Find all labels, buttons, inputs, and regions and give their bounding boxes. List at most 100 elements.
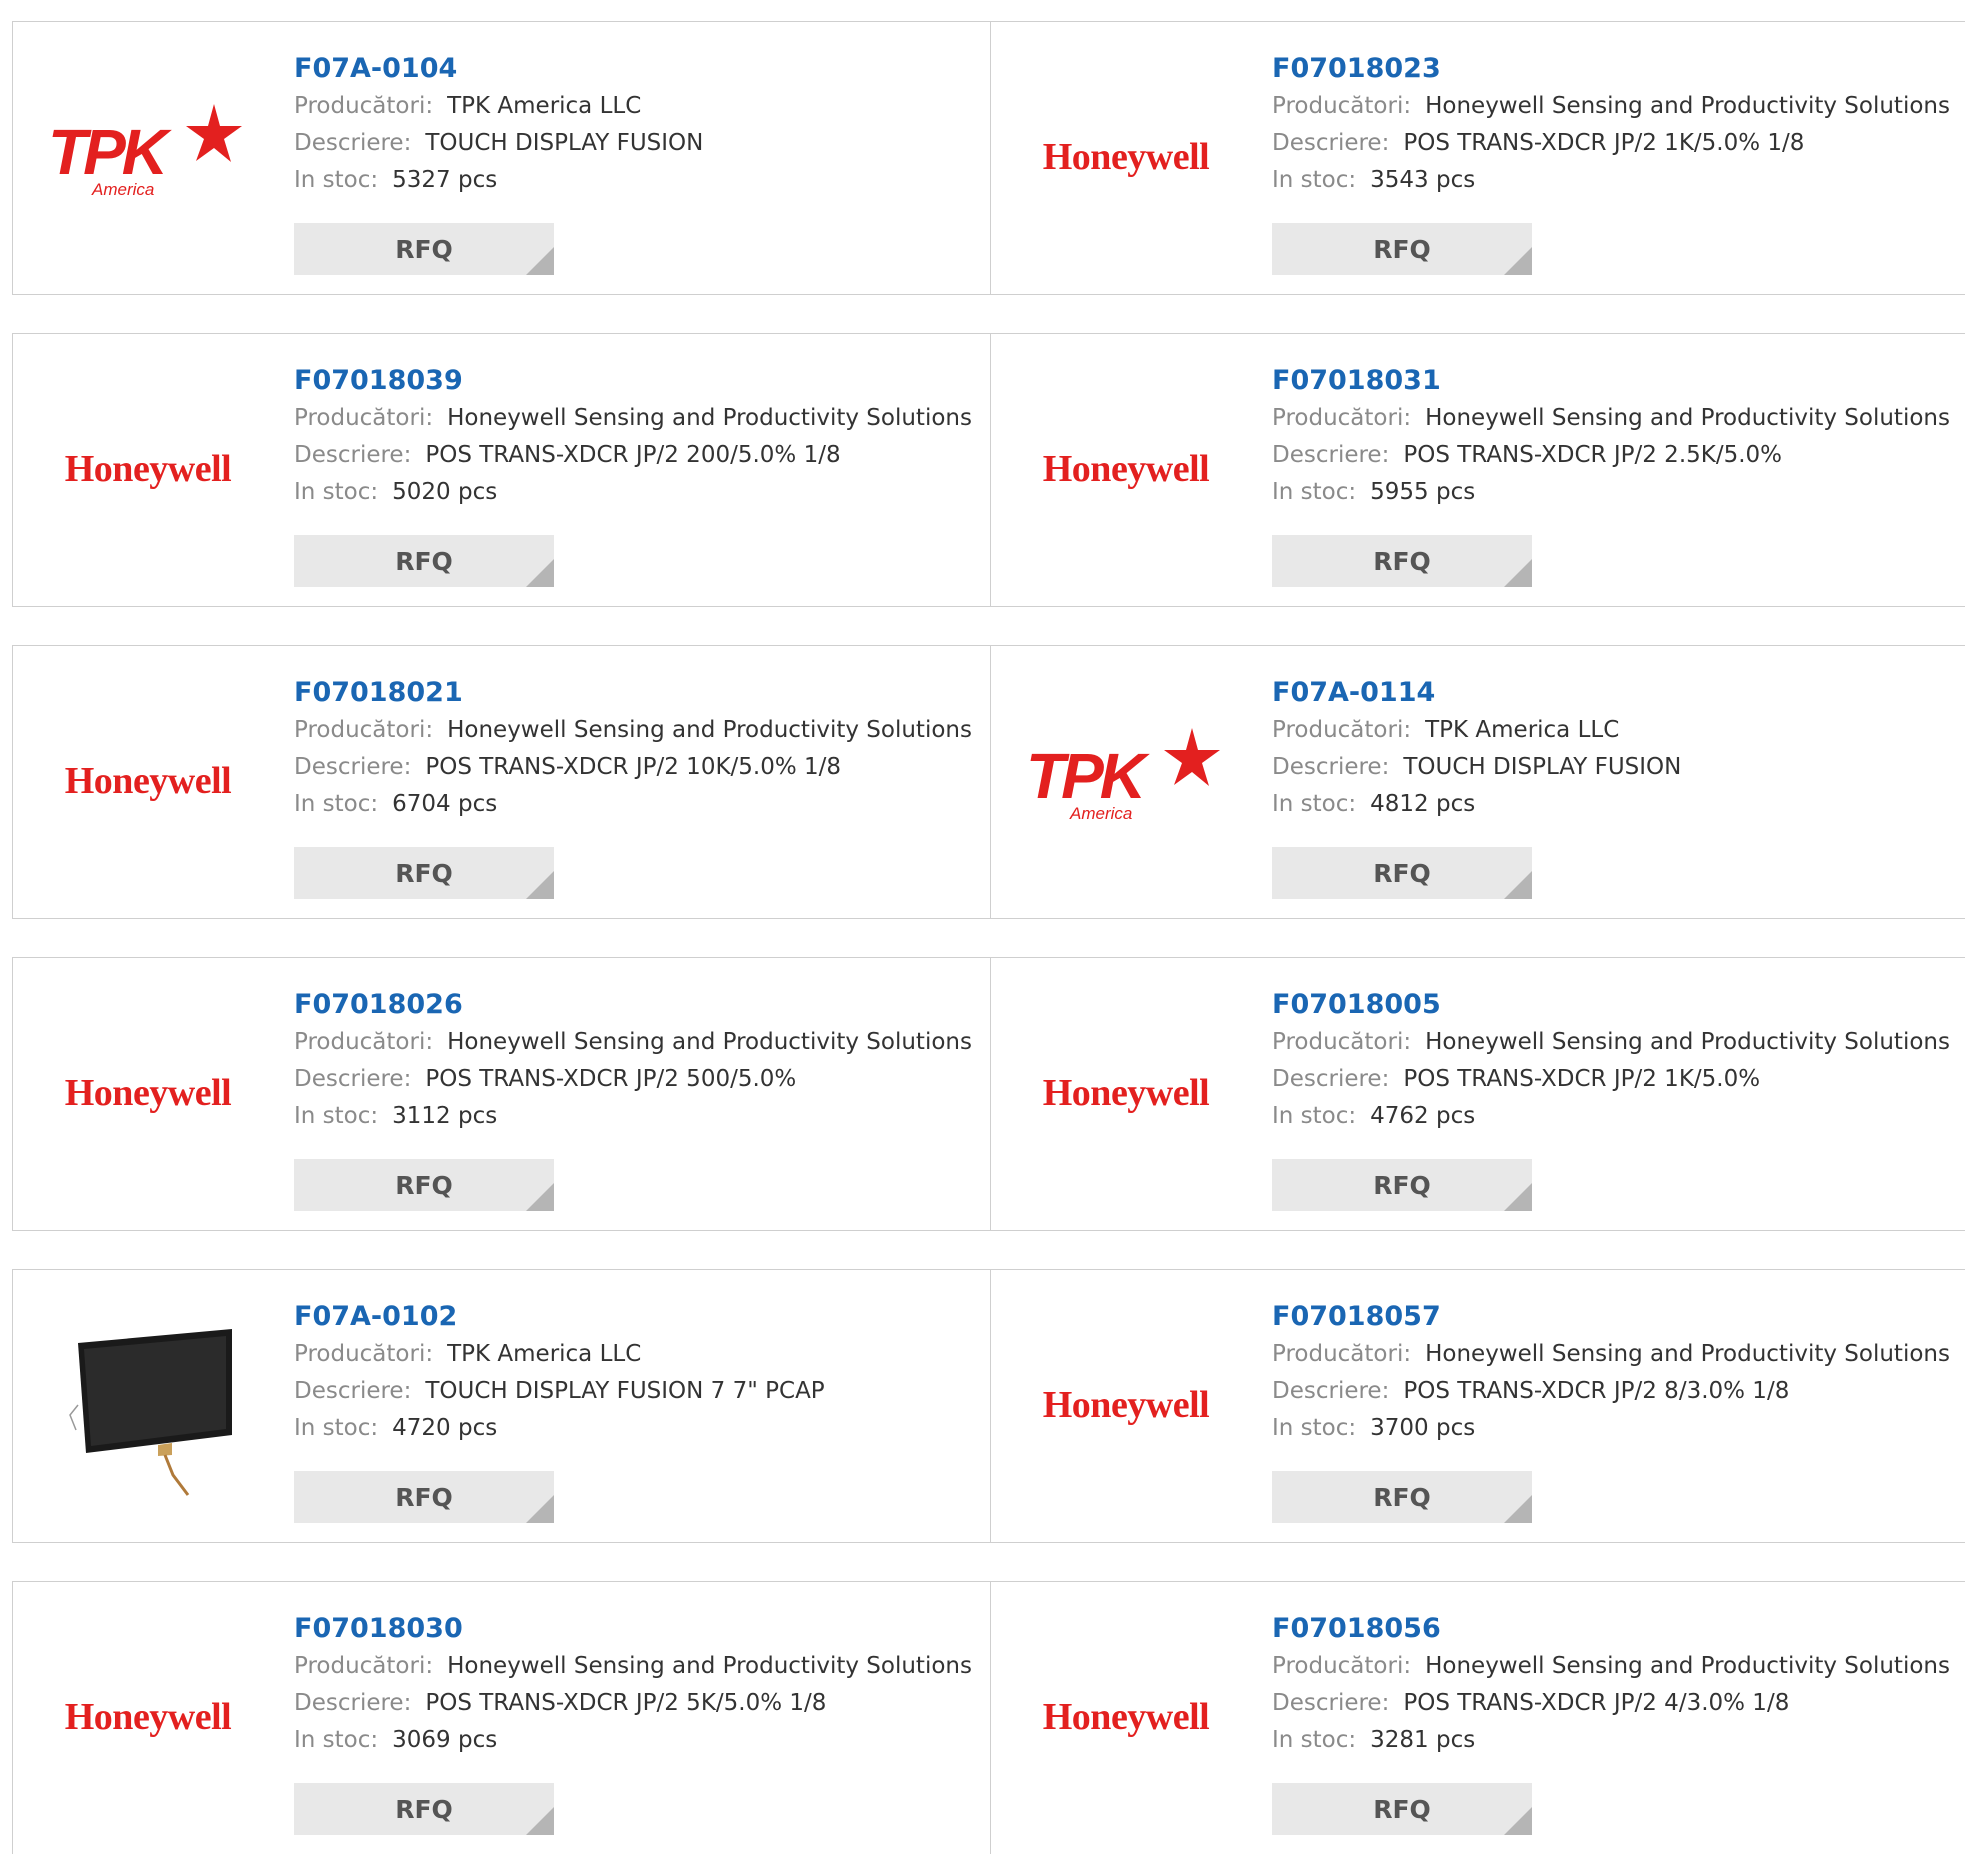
honeywell-logo-text: Honeywell xyxy=(64,760,232,802)
stock-value: 6704 pcs xyxy=(392,791,498,817)
part-number-link[interactable]: F07A-0114 xyxy=(1272,674,1956,712)
manufacturer-label: Producători: xyxy=(294,405,434,431)
description-value: TOUCH DISPLAY FUSION xyxy=(425,130,704,156)
rfq-button[interactable]: RFQ xyxy=(1272,1471,1532,1523)
product-card: TPK America F07A-0114 Producători: TPK Am… xyxy=(990,645,1965,919)
rfq-label: RFQ xyxy=(1373,546,1431,576)
manufacturer-value: Honeywell Sensing and Productivity Solut… xyxy=(1425,1341,1950,1367)
product-card: Honeywell F07018030 Producători: Honeywel… xyxy=(12,1581,991,1854)
manufacturer-label: Producători: xyxy=(294,717,434,743)
description-label: Descriere: xyxy=(1272,442,1390,468)
touch-display-image xyxy=(69,1329,232,1496)
product-card: Honeywell F07018005 Producători: Honeywel… xyxy=(990,957,1965,1231)
corner-triangle-icon xyxy=(526,871,554,899)
stock-label: In stoc: xyxy=(294,1415,379,1441)
description-label: Descriere: xyxy=(294,1066,412,1092)
product-card: Honeywell F07018057 Producători: Honeywel… xyxy=(990,1269,1965,1543)
description-label: Descriere: xyxy=(294,130,412,156)
description-value: POS TRANS-XDCR JP/2 5K/5.0% 1/8 xyxy=(425,1690,827,1716)
rfq-label: RFQ xyxy=(395,1170,453,1200)
description-value: POS TRANS-XDCR JP/2 1K/5.0% xyxy=(1403,1066,1761,1092)
stock-label: In stoc: xyxy=(1272,1415,1357,1441)
honeywell-logo-text: Honeywell xyxy=(64,448,232,490)
rfq-button[interactable]: RFQ xyxy=(1272,1783,1532,1835)
part-number-link[interactable]: F07018005 xyxy=(1272,986,1956,1024)
rfq-button[interactable]: RFQ xyxy=(294,847,554,899)
stock-label: In stoc: xyxy=(294,479,379,505)
manufacturer-value: TPK America LLC xyxy=(447,1341,642,1367)
honeywell-logo[interactable]: Honeywell xyxy=(1021,1305,1231,1505)
part-number-link[interactable]: F07018023 xyxy=(1272,50,1956,88)
rfq-button[interactable]: RFQ xyxy=(294,1159,554,1211)
rfq-button[interactable]: RFQ xyxy=(294,535,554,587)
manufacturer-value: Honeywell Sensing and Productivity Solut… xyxy=(447,1653,972,1679)
honeywell-logo[interactable]: Honeywell xyxy=(1021,369,1231,569)
product-card: Honeywell F07018026 Producători: Honeywel… xyxy=(12,957,991,1231)
tpk-logo-subtext: America xyxy=(1070,804,1133,823)
rfq-button[interactable]: RFQ xyxy=(1272,223,1532,275)
honeywell-logo[interactable]: Honeywell xyxy=(1021,993,1231,1193)
product-row: Honeywell F07018021 Producători: Honeywel… xyxy=(12,645,1965,919)
part-number-link[interactable]: F07A-0102 xyxy=(294,1298,980,1336)
corner-triangle-icon xyxy=(526,1807,554,1835)
description-value: POS TRANS-XDCR JP/2 4/3.0% 1/8 xyxy=(1403,1690,1790,1716)
part-number-link[interactable]: F07A-0104 xyxy=(294,50,980,88)
part-number-link[interactable]: F07018021 xyxy=(294,674,980,712)
honeywell-logo[interactable]: Honeywell xyxy=(43,1617,253,1817)
rfq-button[interactable]: RFQ xyxy=(1272,847,1532,899)
stock-value: 4720 pcs xyxy=(392,1415,498,1441)
part-number-link[interactable]: F07018057 xyxy=(1272,1298,1956,1336)
stock-label: In stoc: xyxy=(1272,167,1357,193)
honeywell-logo-text: Honeywell xyxy=(64,1072,232,1114)
manufacturer-value: Honeywell Sensing and Productivity Solut… xyxy=(447,405,972,431)
stock-value: 3069 pcs xyxy=(392,1727,498,1753)
tpk-logo-subtext: America xyxy=(92,180,155,199)
honeywell-logo-text: Honeywell xyxy=(1042,1696,1210,1738)
rfq-label: RFQ xyxy=(1373,858,1431,888)
product-card: Honeywell F07018039 Producători: Honeywel… xyxy=(12,333,991,607)
rfq-label: RFQ xyxy=(1373,1170,1431,1200)
manufacturer-value: TPK America LLC xyxy=(1425,717,1620,743)
corner-triangle-icon xyxy=(1504,1183,1532,1211)
manufacturer-label: Producători: xyxy=(1272,717,1412,743)
rfq-button[interactable]: RFQ xyxy=(1272,1159,1532,1211)
honeywell-logo[interactable]: Honeywell xyxy=(43,681,253,881)
star-icon xyxy=(186,104,242,162)
rfq-button[interactable]: RFQ xyxy=(294,1471,554,1523)
manufacturer-label: Producători: xyxy=(1272,1029,1412,1055)
product-row: TPK America F07A-0104 Producători: TPK Am… xyxy=(12,21,1965,295)
rfq-button[interactable]: RFQ xyxy=(1272,535,1532,587)
rfq-button[interactable]: RFQ xyxy=(294,223,554,275)
rfq-label: RFQ xyxy=(395,1482,453,1512)
part-number-link[interactable]: F07018026 xyxy=(294,986,980,1024)
tpk-america-logo[interactable]: TPK America xyxy=(43,57,253,257)
description-value: POS TRANS-XDCR JP/2 2.5K/5.0% xyxy=(1403,442,1783,468)
stock-value: 5020 pcs xyxy=(392,479,498,505)
manufacturer-label: Producători: xyxy=(1272,405,1412,431)
stock-label: In stoc: xyxy=(294,791,379,817)
stock-value: 3700 pcs xyxy=(1370,1415,1476,1441)
honeywell-logo[interactable]: Honeywell xyxy=(43,993,253,1193)
honeywell-logo[interactable]: Honeywell xyxy=(43,369,253,569)
manufacturer-label: Producători: xyxy=(294,1341,434,1367)
stock-label: In stoc: xyxy=(294,1103,379,1129)
part-number-link[interactable]: F07018031 xyxy=(1272,362,1956,400)
manufacturer-value: Honeywell Sensing and Productivity Solut… xyxy=(1425,1653,1950,1679)
manufacturer-value: Honeywell Sensing and Productivity Solut… xyxy=(1425,1029,1950,1055)
stock-value: 4812 pcs xyxy=(1370,791,1476,817)
manufacturer-value: Honeywell Sensing and Productivity Solut… xyxy=(1425,405,1950,431)
tpk-america-logo[interactable]: TPK America xyxy=(1021,681,1231,881)
description-value: POS TRANS-XDCR JP/2 10K/5.0% 1/8 xyxy=(425,754,842,780)
honeywell-logo[interactable]: Honeywell xyxy=(1021,57,1231,257)
rfq-button[interactable]: RFQ xyxy=(294,1783,554,1835)
description-label: Descriere: xyxy=(1272,1066,1390,1092)
product-row: Honeywell F07018039 Producători: Honeywel… xyxy=(12,333,1965,607)
part-number-link[interactable]: F07018030 xyxy=(294,1610,980,1648)
honeywell-logo-text: Honeywell xyxy=(1042,136,1210,178)
honeywell-logo[interactable]: Honeywell xyxy=(1021,1617,1231,1817)
touch-display-product-image[interactable] xyxy=(43,1305,253,1505)
part-number-link[interactable]: F07018039 xyxy=(294,362,980,400)
manufacturer-label: Producători: xyxy=(1272,1653,1412,1679)
product-card: Honeywell F07018056 Producători: Honeywel… xyxy=(990,1581,1965,1854)
part-number-link[interactable]: F07018056 xyxy=(1272,1610,1956,1648)
